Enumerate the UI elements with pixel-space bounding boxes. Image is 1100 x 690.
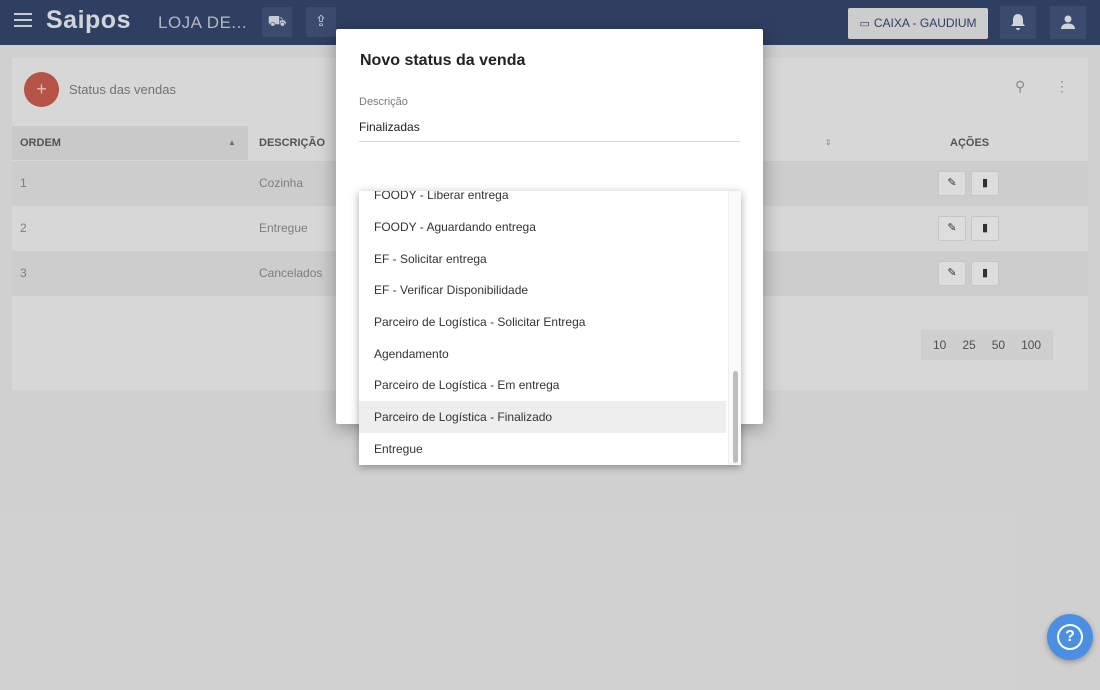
dropdown-option[interactable]: EF - Verificar Disponibilidade <box>359 274 726 306</box>
dropdown-option[interactable]: EF - Solicitar entrega <box>359 243 726 275</box>
descricao-input[interactable]: Finalizadas <box>359 120 420 134</box>
descricao-label: Descrição <box>359 96 408 108</box>
input-underline <box>359 141 740 142</box>
scrollbar-thumb[interactable] <box>733 371 738 463</box>
status-dropdown-list[interactable]: FOODY - Liberar entrega FOODY - Aguardan… <box>359 191 741 465</box>
dropdown-scrollbar[interactable] <box>728 191 741 465</box>
modal-title: Novo status da venda <box>360 52 526 69</box>
dropdown-option[interactable]: Parceiro de Logística - Solicitar Entreg… <box>359 306 726 338</box>
dropdown-option[interactable]: Entregue <box>359 433 726 465</box>
dropdown-option[interactable]: Agendamento <box>359 338 726 370</box>
dropdown-option[interactable]: Parceiro de Logística - Em entrega <box>359 369 726 401</box>
dropdown-option[interactable]: FOODY - Liberar entrega <box>359 191 726 211</box>
question-mark-icon: ? <box>1057 624 1083 650</box>
dropdown-option-highlighted[interactable]: Parceiro de Logística - Finalizado <box>359 401 726 433</box>
help-button[interactable]: ? <box>1047 614 1093 660</box>
dropdown-option[interactable]: FOODY - Aguardando entrega <box>359 211 726 243</box>
